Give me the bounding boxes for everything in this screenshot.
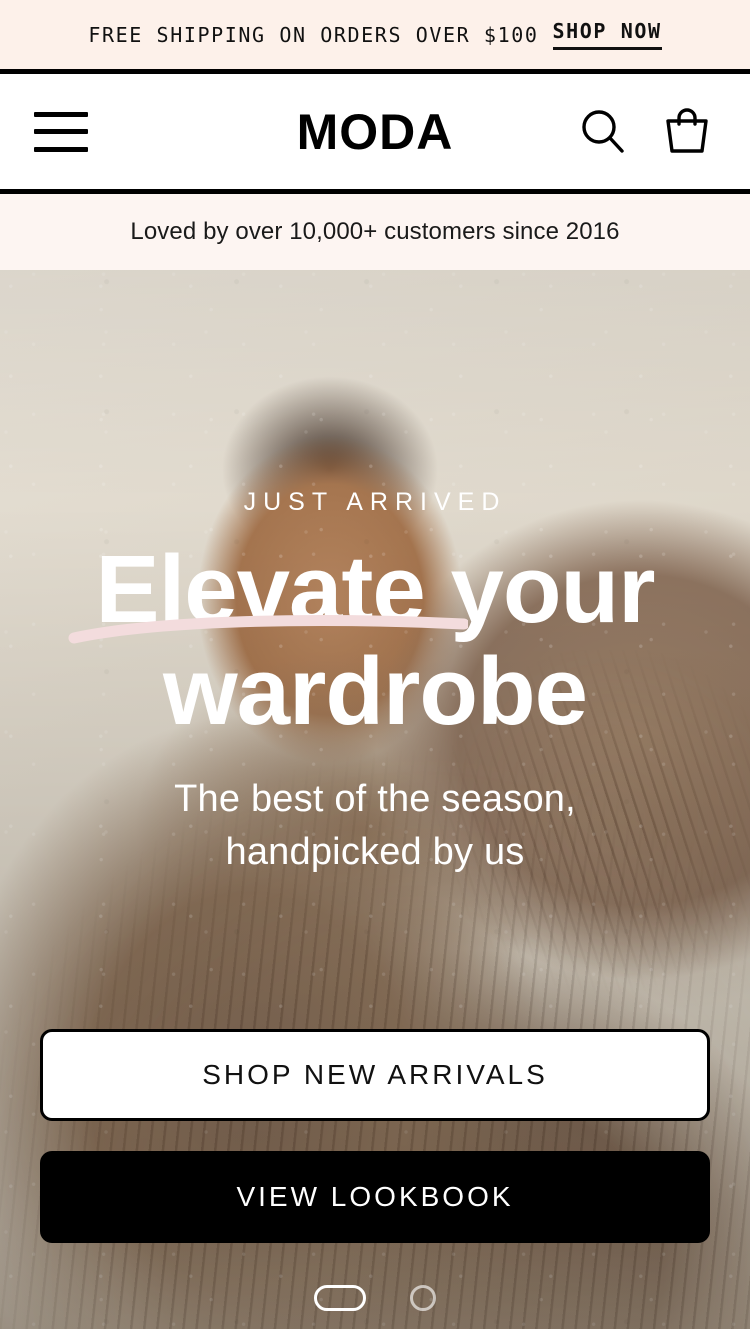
hamburger-bar-3 <box>34 146 88 152</box>
cart-button[interactable] <box>658 103 716 161</box>
home-pill-indicator[interactable] <box>314 1285 366 1311</box>
circle-indicator[interactable] <box>410 1285 436 1311</box>
hero-section: JUST ARRIVED Elevate your wardrobe The b… <box>0 270 750 1329</box>
hero-headline-highlight-word: Elevate <box>68 536 468 644</box>
announcement-text: FREE SHIPPING ON ORDERS OVER $100 <box>88 22 539 47</box>
hamburger-bar-1 <box>34 111 88 117</box>
hero-subheading-line1: The best of the season, <box>174 777 576 820</box>
hero-headline-line1-highlight: Elevate <box>95 536 426 643</box>
header-actions <box>574 103 716 161</box>
hero-subheading-line2: handpicked by us <box>225 831 525 874</box>
hamburger-bar-2 <box>34 129 88 134</box>
hero-headline-line2: wardrobe <box>162 637 588 745</box>
hero-subheading: The best of the season, handpicked by us <box>174 773 576 881</box>
mobile-screen: FREE SHIPPING ON ORDERS OVER $100 SHOP N… <box>0 0 750 1334</box>
search-button[interactable] <box>574 103 632 161</box>
trust-bar: Loved by over 10,000+ customers since 20… <box>0 194 750 270</box>
announcement-bar: FREE SHIPPING ON ORDERS OVER $100 SHOP N… <box>0 0 750 74</box>
system-navigation-bar <box>0 1267 750 1329</box>
hero-content: JUST ARRIVED Elevate your wardrobe The b… <box>0 270 750 1329</box>
hero-headline: Elevate your wardrobe <box>40 539 710 743</box>
hero-headline-line1-rest: your <box>424 536 655 643</box>
hero-eyebrow: JUST ARRIVED <box>243 488 507 516</box>
site-header: MODA <box>0 74 750 194</box>
search-icon <box>582 109 624 153</box>
hamburger-menu-icon[interactable] <box>34 111 88 152</box>
trust-bar-text: Loved by over 10,000+ customers since 20… <box>130 218 620 245</box>
shopping-bag-icon <box>666 107 708 153</box>
announcement-shop-now-link[interactable]: SHOP NOW <box>552 19 662 50</box>
